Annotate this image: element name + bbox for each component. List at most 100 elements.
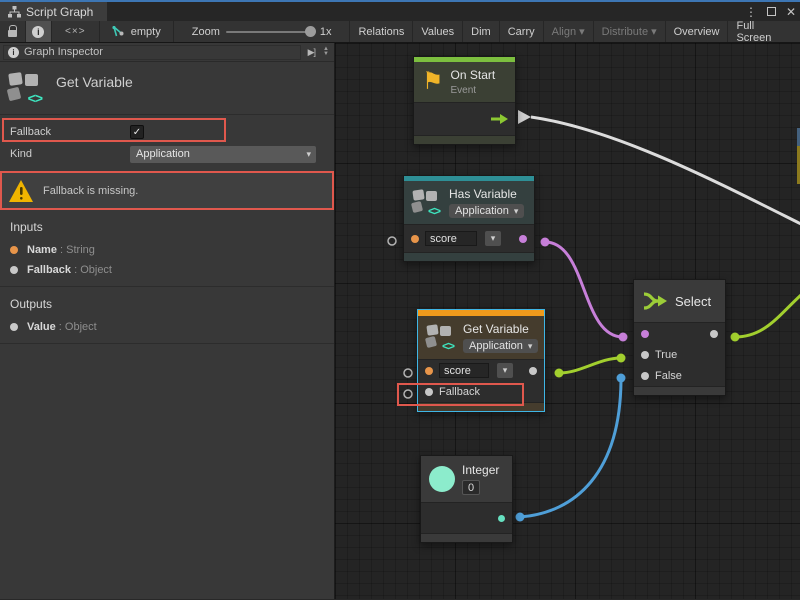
wire-endpoint[interactable] [619,333,628,342]
condition-input-port[interactable] [641,330,649,338]
node-get-variable[interactable]: <> Get Variable Application▾ score ▾ [417,309,545,412]
false-input-port[interactable] [641,372,649,380]
input-row-name: Name : String [0,240,334,260]
tab-script-graph[interactable]: Script Graph [0,2,107,21]
event-wire[interactable] [531,117,800,224]
variable-icon: <> [426,324,456,351]
graph-toolbar: i <×> empty Zoom 1x Relations Values Dim… [0,21,800,43]
node-title: Integer [462,463,499,477]
port-dot-orange [10,246,18,254]
window-menu-icon[interactable]: ⋮ [745,6,757,18]
code-preview-button[interactable]: <×> [52,21,100,42]
variable-name-picker[interactable]: ▾ [485,231,501,246]
close-icon[interactable]: ✕ [786,6,796,18]
true-port-label: True [655,349,677,361]
selection-output-port[interactable] [710,330,718,338]
unconnected-port-ring[interactable] [388,237,396,245]
tab-label: Script Graph [26,5,93,19]
node-footer [634,386,725,395]
unconnected-port-ring[interactable] [404,369,412,377]
wire-endpoint[interactable] [541,238,550,247]
dock-panel-icon[interactable]: ▶] [305,47,318,58]
node-has-variable[interactable]: <> Has Variable Application▾ score ▾ [403,175,535,262]
warning-box: Fallback is missing. [0,171,334,210]
scope-dropdown[interactable]: Application▾ [449,204,524,218]
carry-button[interactable]: Carry [500,21,544,42]
node-integer[interactable]: Integer 0 [420,455,513,543]
true-input-port[interactable] [641,351,649,359]
name-input-port[interactable] [425,367,433,375]
warning-highlight [0,171,334,210]
integer-icon [429,466,455,492]
wire-endpoint[interactable] [617,374,626,383]
dim-button[interactable]: Dim [463,21,500,42]
distribute-button[interactable]: Distribute▾ [594,21,666,42]
wire-endpoint[interactable] [516,513,525,522]
variable-name-field[interactable]: score [439,363,489,378]
align-button[interactable]: Align▾ [544,21,594,42]
event-connector-arrow[interactable] [518,110,531,124]
integer-output-port[interactable] [498,515,505,522]
wire-layer [335,43,800,599]
node-body: True False [634,322,725,386]
variable-name-picker[interactable]: ▾ [497,363,513,378]
zoom-value: 1x [320,26,332,38]
integer-value-field[interactable]: 0 [462,480,480,495]
wire-endpoint[interactable] [731,333,740,342]
kind-field-row: Kind Application ▾ [0,143,334,165]
chevron-down-icon: ▾ [306,149,311,160]
scrubber[interactable]: ▲ ▼ [321,47,331,57]
inspector-title: Graph Inspector [24,46,103,58]
maximize-icon[interactable] [767,7,776,16]
fallback-checkbox[interactable]: ✓ [130,125,144,139]
relations-button[interactable]: Relations [349,21,413,42]
scrub-down-icon[interactable]: ▼ [323,52,329,57]
flow-output-port[interactable] [491,114,508,124]
zoom-slider[interactable] [226,31,314,33]
false-port-label: False [655,370,682,382]
inspector-header: i Graph Inspector ▶] ▲ ▼ [0,43,334,62]
kind-dropdown[interactable]: Application ▾ [130,146,316,163]
window-controls: ⋮ ✕ [745,2,796,21]
output-row-value: Value : Object [0,317,334,337]
unconnected-port-ring[interactable] [404,390,412,398]
node-footer [404,252,534,261]
value-output-port[interactable] [529,367,537,375]
chevron-down-icon: ▾ [528,341,533,352]
true-wire[interactable] [559,358,621,373]
node-body [414,102,515,135]
zoom-control: Zoom 1x [174,21,338,42]
graph-canvas[interactable]: ⚑ On Start Event [335,43,800,599]
select-icon [642,290,668,312]
graph-ref-label: empty [131,26,161,38]
result-output-port[interactable] [519,235,527,243]
inspector-header-box: i Graph Inspector [3,45,301,60]
chevron-down-icon: ▾ [579,25,585,38]
scope-dropdown[interactable]: Application▾ [463,339,538,353]
condition-wire[interactable] [545,242,623,337]
select-output-wire[interactable] [735,295,800,337]
inspector-toggle-button[interactable]: i [26,21,52,42]
node-title: On Start [451,68,496,82]
kind-field-label: Kind [10,148,130,160]
lock-button[interactable] [0,21,26,42]
wire-endpoint[interactable] [617,354,626,363]
node-select[interactable]: Select True False [633,279,726,396]
node-title: Has Variable [449,187,517,201]
port-dot-gray [10,323,18,331]
full-screen-button[interactable]: Full Screen [728,21,800,42]
node-on-start[interactable]: ⚑ On Start Event [413,56,516,145]
inspector-tools: ▶] ▲ ▼ [305,47,331,58]
overview-button[interactable]: Overview [666,21,729,42]
values-button[interactable]: Values [413,21,463,42]
variable-icon: <> [412,189,442,216]
zoom-label: Zoom [192,26,220,38]
variable-name-field[interactable]: score [425,231,477,246]
graph-reference[interactable]: empty [100,21,174,42]
zoom-slider-handle[interactable] [305,26,316,37]
wire-endpoint[interactable] [555,369,564,378]
fallback-input-port[interactable] [425,388,433,396]
node-header: ⚑ On Start Event [414,62,515,102]
chevron-down-icon: ▾ [514,206,519,217]
name-input-port[interactable] [411,235,419,243]
